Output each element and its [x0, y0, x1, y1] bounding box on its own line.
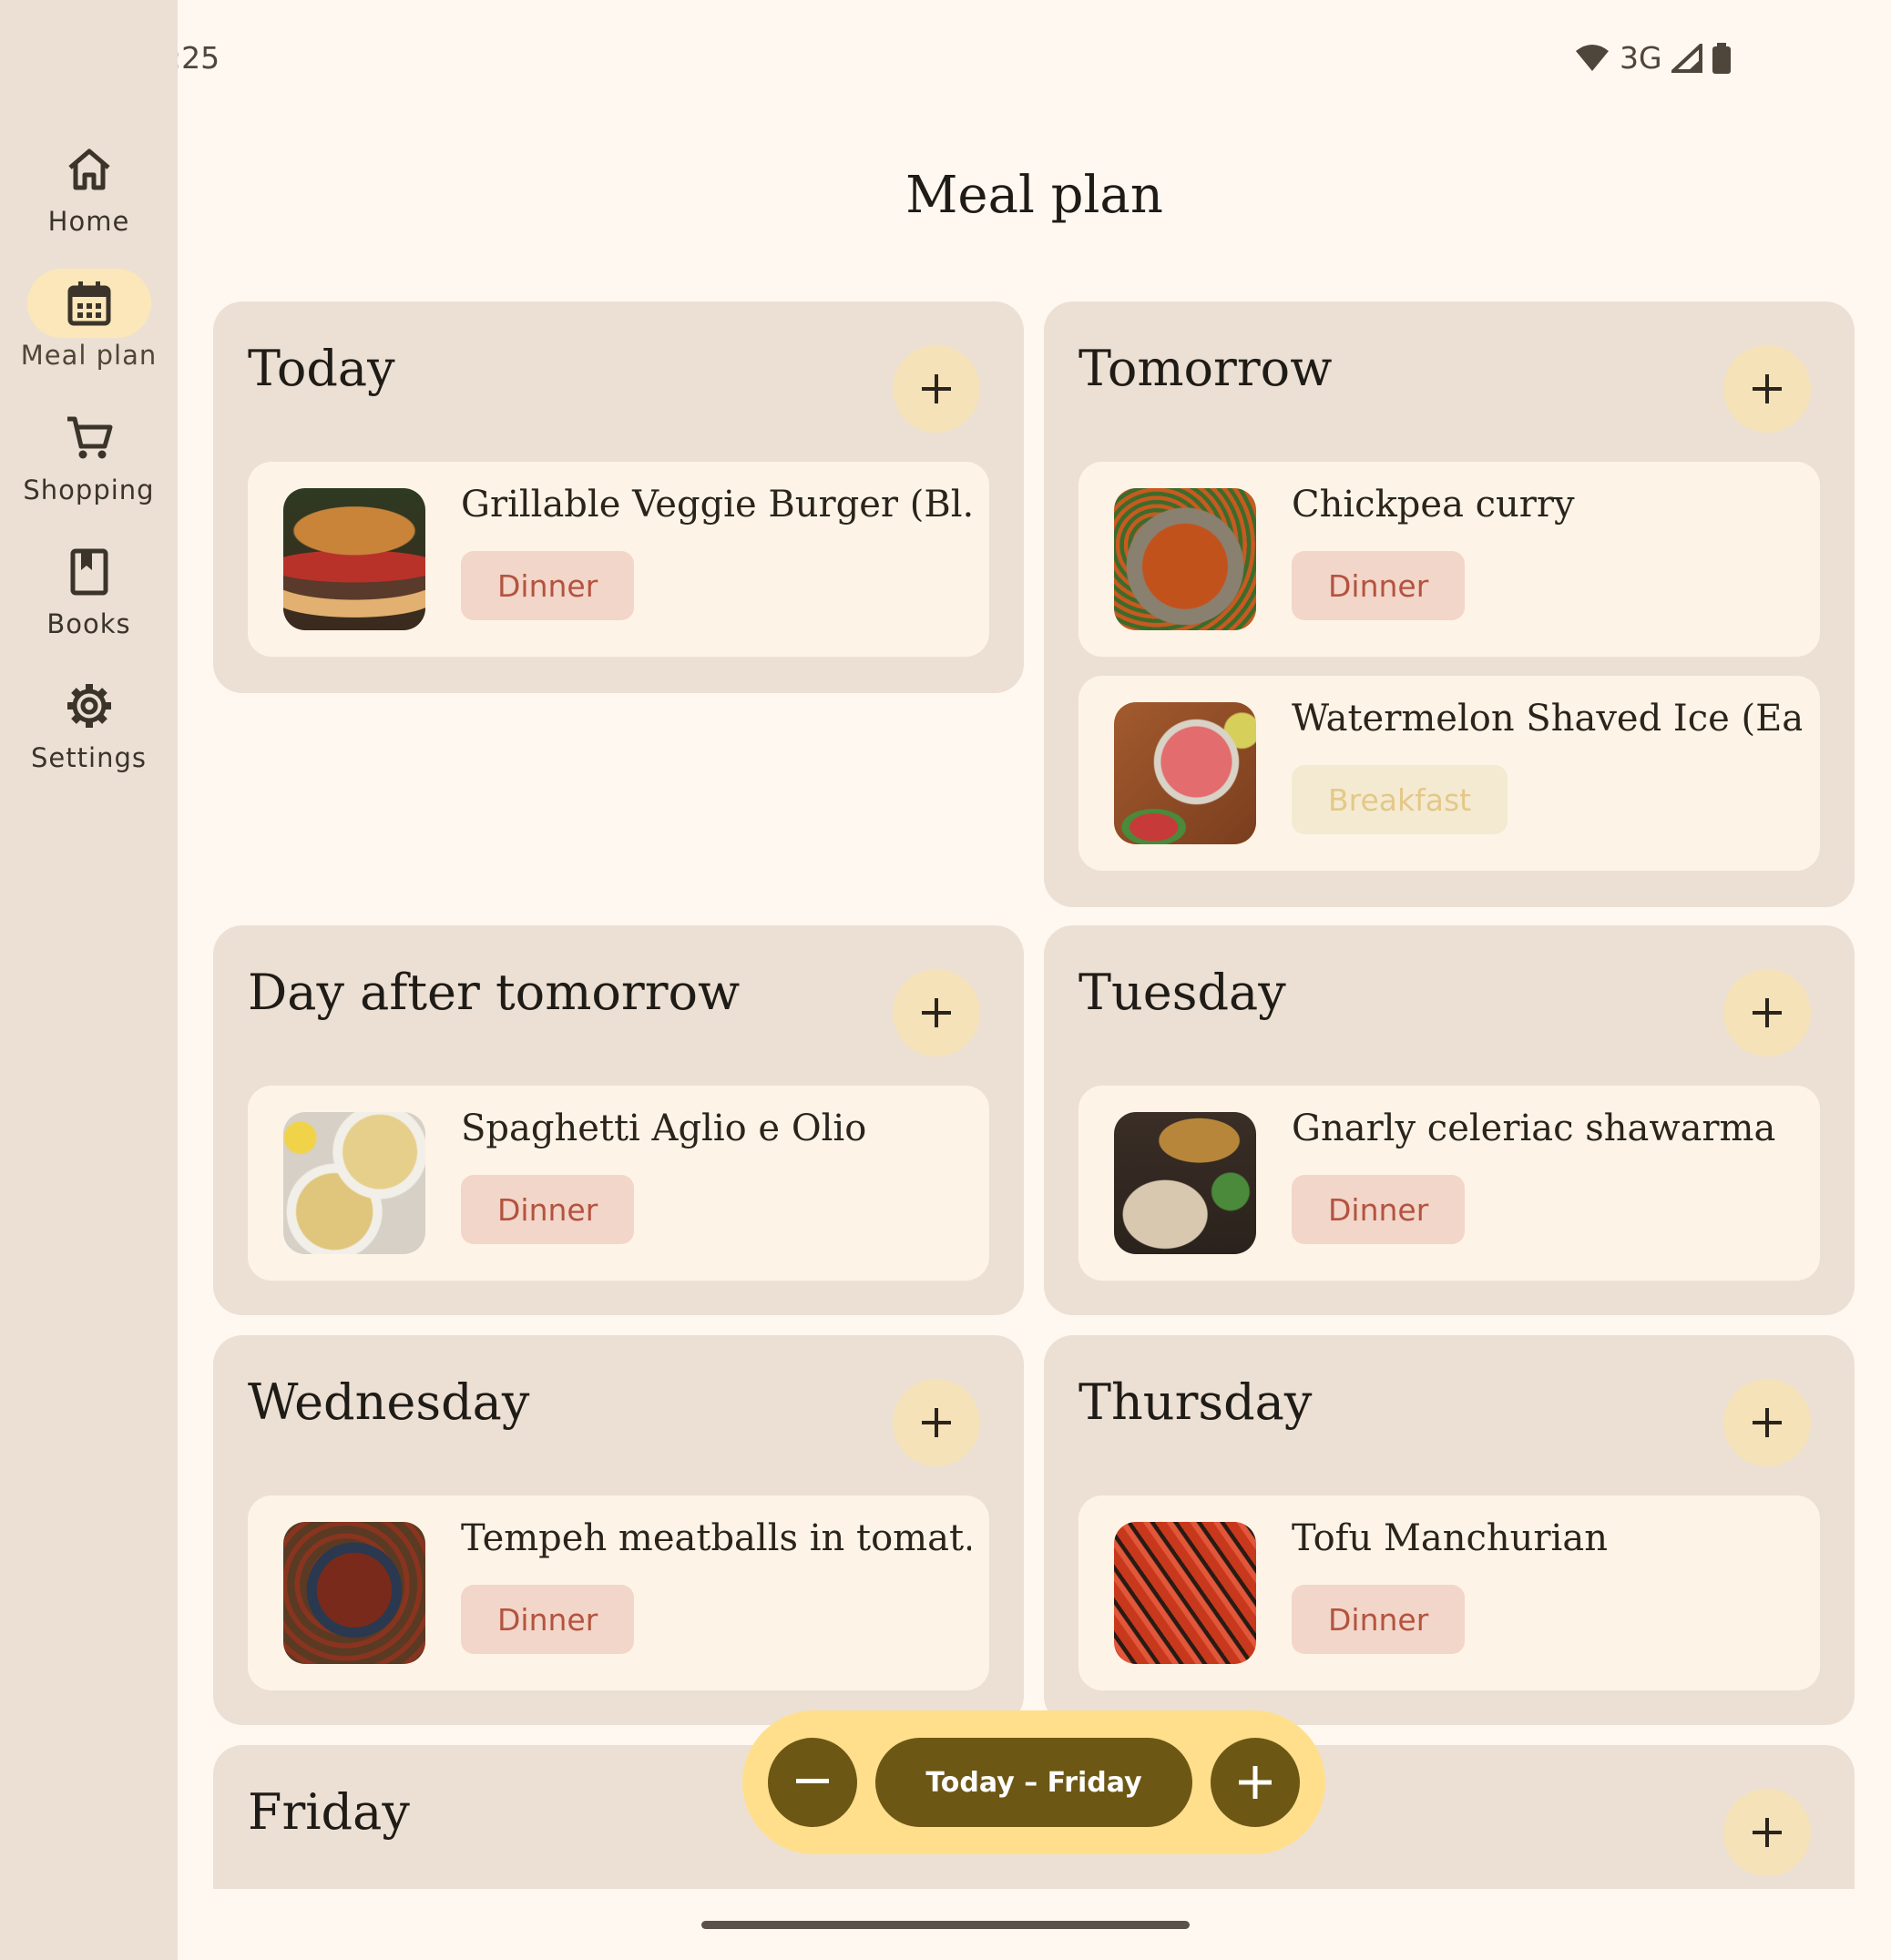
recipe-card[interactable]: Chickpea curry Dinner	[1078, 462, 1820, 657]
nav-icon-container	[27, 403, 151, 473]
day-card-day-after-tomorrow: Day after tomorrow Spaghetti Aglio e Oli…	[213, 925, 1024, 1315]
date-range-control: Today – Friday	[742, 1710, 1325, 1854]
day-card-tomorrow: Tomorrow Chickpea curry Dinner Watermelo…	[1044, 301, 1855, 907]
increase-range-button[interactable]	[1211, 1738, 1300, 1827]
recipe-card[interactable]: Tofu Manchurian Dinner	[1078, 1496, 1820, 1690]
plus-icon	[922, 1408, 951, 1437]
add-meal-button[interactable]	[1723, 1789, 1811, 1876]
home-icon	[67, 148, 110, 190]
gear-icon	[66, 684, 111, 728]
book-icon	[70, 548, 107, 596]
day-title: Today	[248, 340, 395, 397]
meal-type-tag: Dinner	[461, 1585, 635, 1654]
meal-type-tag: Dinner	[1292, 1585, 1466, 1654]
recipe-name: Gnarly celeriac shawarma	[1292, 1108, 1776, 1149]
decrease-range-button[interactable]	[768, 1738, 857, 1827]
recipe-image	[283, 1112, 425, 1254]
recipe-name: Tofu Manchurian	[1292, 1517, 1608, 1559]
day-card-wednesday: Wednesday Tempeh meatballs in tomat... D…	[213, 1335, 1024, 1725]
add-meal-button[interactable]	[1723, 345, 1811, 433]
day-title: Day after tomorrow	[248, 964, 741, 1021]
recipe-card[interactable]: Gnarly celeriac shawarma Dinner	[1078, 1086, 1820, 1281]
minus-icon	[796, 1779, 829, 1783]
add-meal-button[interactable]	[1723, 969, 1811, 1057]
add-meal-button[interactable]	[1723, 1379, 1811, 1466]
navigation-rail: Home Meal plan Shopping Books Settings	[0, 0, 178, 1960]
add-meal-button[interactable]	[893, 345, 980, 433]
calendar-icon	[67, 281, 110, 326]
gesture-home-indicator[interactable]	[701, 1921, 1190, 1929]
meal-type-tag: Breakfast	[1292, 765, 1508, 834]
day-title: Wednesday	[248, 1373, 530, 1431]
meal-type-tag: Dinner	[461, 551, 635, 620]
page-title: Meal plan	[905, 166, 1163, 225]
nav-label-meal-plan: Meal plan	[20, 340, 158, 371]
nav-item-meal-plan[interactable]: Meal plan	[0, 269, 178, 371]
wifi-icon	[1576, 44, 1609, 71]
plus-icon	[1753, 1818, 1782, 1847]
nav-item-books[interactable]: Books	[0, 537, 178, 639]
recipe-name: Grillable Veggie Burger (Bl...	[461, 484, 971, 526]
status-icons: 3G	[1574, 40, 1732, 76]
recipe-image	[1114, 1112, 1256, 1254]
nav-icon-container	[27, 537, 151, 607]
meal-type-tag: Dinner	[461, 1175, 635, 1244]
date-range-label[interactable]: Today – Friday	[875, 1738, 1192, 1827]
recipe-card[interactable]: Watermelon Shaved Ice (Ea... Breakfast	[1078, 676, 1820, 871]
plus-icon	[922, 374, 951, 403]
nav-item-settings[interactable]: Settings	[0, 671, 178, 773]
recipe-image	[283, 488, 425, 630]
recipe-image	[1114, 1522, 1256, 1664]
plus-icon	[1239, 1766, 1272, 1799]
network-type: 3G	[1620, 40, 1662, 76]
nav-icon-container	[27, 671, 151, 740]
add-meal-button[interactable]	[893, 1379, 980, 1466]
recipe-card[interactable]: Tempeh meatballs in tomat... Dinner	[248, 1496, 989, 1690]
recipe-image	[283, 1522, 425, 1664]
recipe-card[interactable]: Spaghetti Aglio e Olio Dinner	[248, 1086, 989, 1281]
nav-icon-container	[27, 135, 151, 204]
recipe-name: Tempeh meatballs in tomat...	[461, 1517, 971, 1559]
meal-type-tag: Dinner	[1292, 551, 1466, 620]
nav-label-settings: Settings	[31, 742, 147, 773]
nav-item-shopping[interactable]: Shopping	[0, 403, 178, 505]
recipe-name: Watermelon Shaved Ice (Ea...	[1292, 698, 1802, 740]
recipe-name: Spaghetti Aglio e Olio	[461, 1108, 867, 1149]
day-title: Tomorrow	[1078, 340, 1333, 397]
nav-item-home[interactable]: Home	[0, 135, 178, 237]
day-title: Tuesday	[1078, 964, 1286, 1021]
recipe-image	[1114, 488, 1256, 630]
plus-icon	[922, 998, 951, 1027]
nav-icon-container	[26, 269, 151, 338]
recipe-image	[1114, 702, 1256, 844]
cart-icon	[66, 416, 112, 459]
plus-icon	[1753, 998, 1782, 1027]
add-meal-button[interactable]	[893, 969, 980, 1057]
nav-label-home: Home	[47, 206, 130, 237]
nav-label-shopping: Shopping	[23, 475, 155, 505]
day-title: Thursday	[1078, 1373, 1313, 1431]
nav-label-books: Books	[46, 608, 131, 639]
day-title: Friday	[248, 1783, 410, 1841]
day-card-tuesday: Tuesday Gnarly celeriac shawarma Dinner	[1044, 925, 1855, 1315]
plus-icon	[1753, 374, 1782, 403]
plus-icon	[1753, 1408, 1782, 1437]
day-card-today: Today Grillable Veggie Burger (Bl... Din…	[213, 301, 1024, 693]
day-card-thursday: Thursday Tofu Manchurian Dinner	[1044, 1335, 1855, 1725]
recipe-name: Chickpea curry	[1292, 484, 1575, 526]
recipe-card[interactable]: Grillable Veggie Burger (Bl... Dinner	[248, 462, 989, 657]
signal-icon	[1671, 43, 1702, 73]
battery-icon	[1712, 42, 1731, 74]
meal-type-tag: Dinner	[1292, 1175, 1466, 1244]
